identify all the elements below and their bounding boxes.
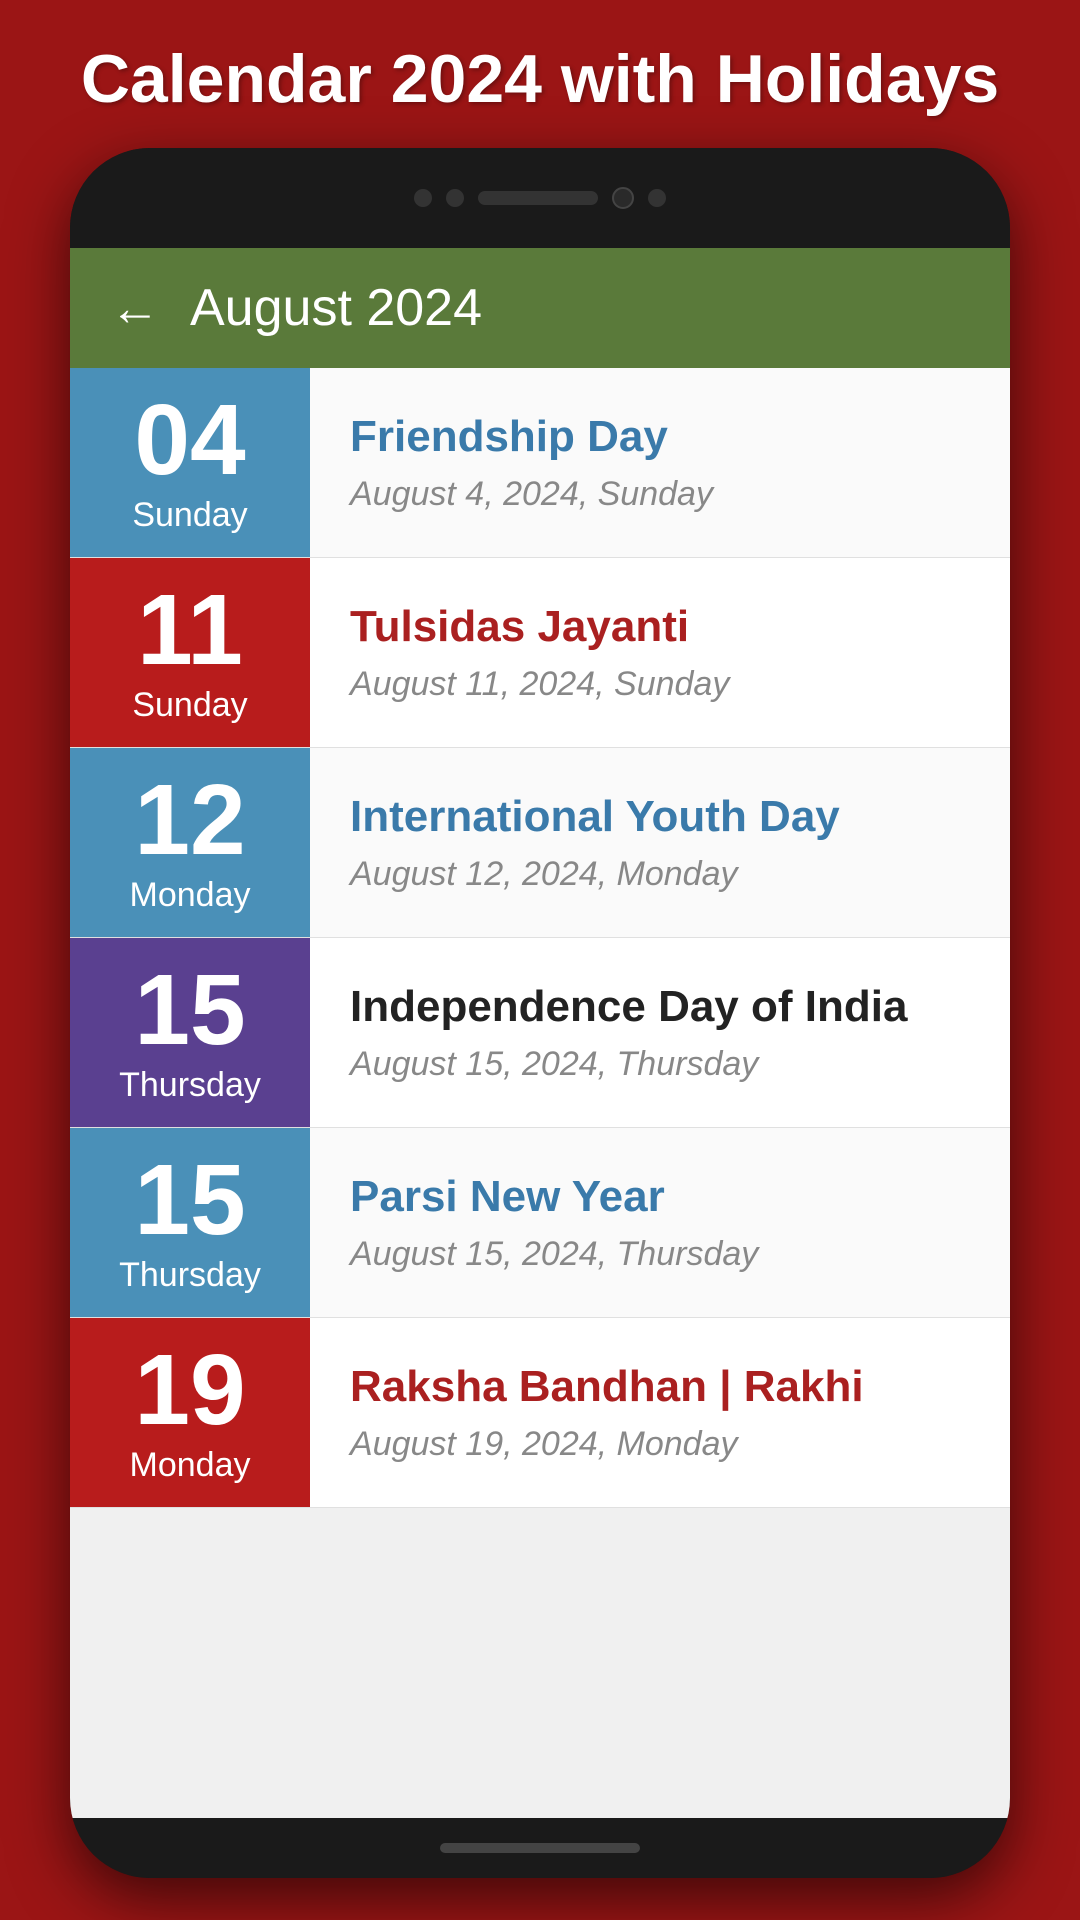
date-number: 15 <box>134 960 245 1060</box>
date-number: 15 <box>134 1150 245 1250</box>
camera-dot-2 <box>446 189 464 207</box>
calendar-item[interactable]: 19 Monday Raksha Bandhan | Rakhi August … <box>70 1318 1010 1508</box>
calendar-list: 04 Sunday Friendship Day August 4, 2024,… <box>70 368 1010 1508</box>
event-date: August 12, 2024, Monday <box>350 855 970 894</box>
event-name: International Youth Day <box>350 791 970 844</box>
event-name: Friendship Day <box>350 411 970 464</box>
date-badge: 12 Monday <box>70 748 310 937</box>
speaker-grill <box>478 191 598 205</box>
event-info: Tulsidas Jayanti August 11, 2024, Sunday <box>310 558 1010 747</box>
date-number: 12 <box>134 770 245 870</box>
event-name: Parsi New Year <box>350 1171 970 1224</box>
date-badge: 15 Thursday <box>70 1128 310 1317</box>
event-name: Raksha Bandhan | Rakhi <box>350 1361 970 1414</box>
home-indicator <box>440 1843 640 1853</box>
event-name: Tulsidas Jayanti <box>350 601 970 654</box>
back-button[interactable]: ← <box>110 283 160 333</box>
date-day: Thursday <box>119 1066 261 1105</box>
calendar-item[interactable]: 15 Thursday Parsi New Year August 15, 20… <box>70 1128 1010 1318</box>
event-date: August 15, 2024, Thursday <box>350 1235 970 1274</box>
event-date: August 19, 2024, Monday <box>350 1425 970 1464</box>
event-name: Independence Day of India <box>350 981 970 1034</box>
date-number: 04 <box>134 390 245 490</box>
calendar-item[interactable]: 12 Monday International Youth Day August… <box>70 748 1010 938</box>
date-number: 11 <box>137 580 243 680</box>
calendar-item[interactable]: 04 Sunday Friendship Day August 4, 2024,… <box>70 368 1010 558</box>
date-badge: 04 Sunday <box>70 368 310 557</box>
event-info: Raksha Bandhan | Rakhi August 19, 2024, … <box>310 1318 1010 1507</box>
calendar-item[interactable]: 11 Sunday Tulsidas Jayanti August 11, 20… <box>70 558 1010 748</box>
event-info: Independence Day of India August 15, 202… <box>310 938 1010 1127</box>
camera-dot-3 <box>648 189 666 207</box>
calendar-item[interactable]: 15 Thursday Independence Day of India Au… <box>70 938 1010 1128</box>
event-info: International Youth Day August 12, 2024,… <box>310 748 1010 937</box>
date-day: Sunday <box>132 496 247 535</box>
event-info: Parsi New Year August 15, 2024, Thursday <box>310 1128 1010 1317</box>
event-info: Friendship Day August 4, 2024, Sunday <box>310 368 1010 557</box>
event-date: August 11, 2024, Sunday <box>350 665 970 704</box>
phone-screen: ← August 2024 04 Sunday Friendship Day A… <box>70 248 1010 1818</box>
date-day: Monday <box>130 876 251 915</box>
date-day: Sunday <box>132 686 247 725</box>
phone-camera-area <box>414 187 666 209</box>
phone-top-bar <box>70 148 1010 248</box>
date-badge: 15 Thursday <box>70 938 310 1127</box>
event-date: August 4, 2024, Sunday <box>350 475 970 514</box>
date-badge: 11 Sunday <box>70 558 310 747</box>
phone-container: ← August 2024 04 Sunday Friendship Day A… <box>70 148 1010 1878</box>
page-title: Calendar 2024 with Holidays <box>0 0 1080 148</box>
camera-dot-front <box>612 187 634 209</box>
date-number: 19 <box>134 1340 245 1440</box>
phone-bottom <box>70 1818 1010 1878</box>
date-badge: 19 Monday <box>70 1318 310 1507</box>
event-date: August 15, 2024, Thursday <box>350 1045 970 1084</box>
app-header: ← August 2024 <box>70 248 1010 368</box>
camera-dot-1 <box>414 189 432 207</box>
date-day: Monday <box>130 1446 251 1485</box>
date-day: Thursday <box>119 1256 261 1295</box>
month-title: August 2024 <box>190 278 482 338</box>
